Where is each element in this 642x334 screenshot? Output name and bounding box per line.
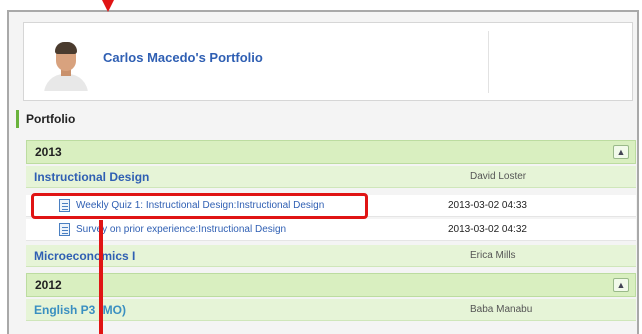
course-title[interactable]: Instructional Design (34, 170, 149, 184)
year-label: 2013 (35, 145, 62, 159)
annotation-arrow-head (102, 0, 114, 12)
activity-row-weekly-quiz: Weekly Quiz 1: Instructional Design:Inst… (26, 195, 636, 217)
quiz-icon (59, 199, 70, 212)
activity-date: 2013-03-02 04:33 (448, 200, 527, 211)
portfolio-owner-title[interactable]: Carlos Macedo's Portfolio (103, 50, 263, 65)
course-teacher: Baba Manabu (470, 304, 533, 315)
section-heading: Portfolio (16, 110, 75, 128)
activity-title[interactable]: Weekly Quiz 1: Instructional Design:Inst… (76, 200, 324, 211)
activity-date: 2013-03-02 04:32 (448, 224, 527, 235)
annotation-pointer-line (99, 220, 103, 334)
collapse-arrows-icon[interactable]: ▲ (613, 278, 629, 292)
course-row-microeconomics: Microeconomics I Erica Mills (26, 245, 636, 267)
portfolio-header: Carlos Macedo's Portfolio (23, 22, 633, 101)
year-bar-2013: 2013 ▲ (26, 140, 636, 164)
course-teacher: Erica Mills (470, 250, 516, 261)
header-divider (488, 31, 489, 93)
survey-icon (59, 223, 70, 236)
year-label: 2012 (35, 278, 62, 292)
course-teacher: David Loster (470, 171, 527, 182)
avatar (42, 37, 90, 91)
course-title[interactable]: Microeconomics I (34, 249, 135, 263)
collapse-arrows-icon[interactable]: ▲ (613, 145, 629, 159)
activity-row-survey: Survey on prior experience:Instructional… (26, 219, 636, 241)
course-row-instructional-design: Instructional Design David Loster (26, 166, 636, 188)
activity-title[interactable]: Survey on prior experience:Instructional… (76, 224, 286, 235)
year-bar-2012: 2012 ▲ (26, 273, 636, 297)
course-title[interactable]: English P3 (MO) (34, 303, 126, 317)
course-row-english: English P3 (MO) Baba Manabu (26, 299, 636, 321)
